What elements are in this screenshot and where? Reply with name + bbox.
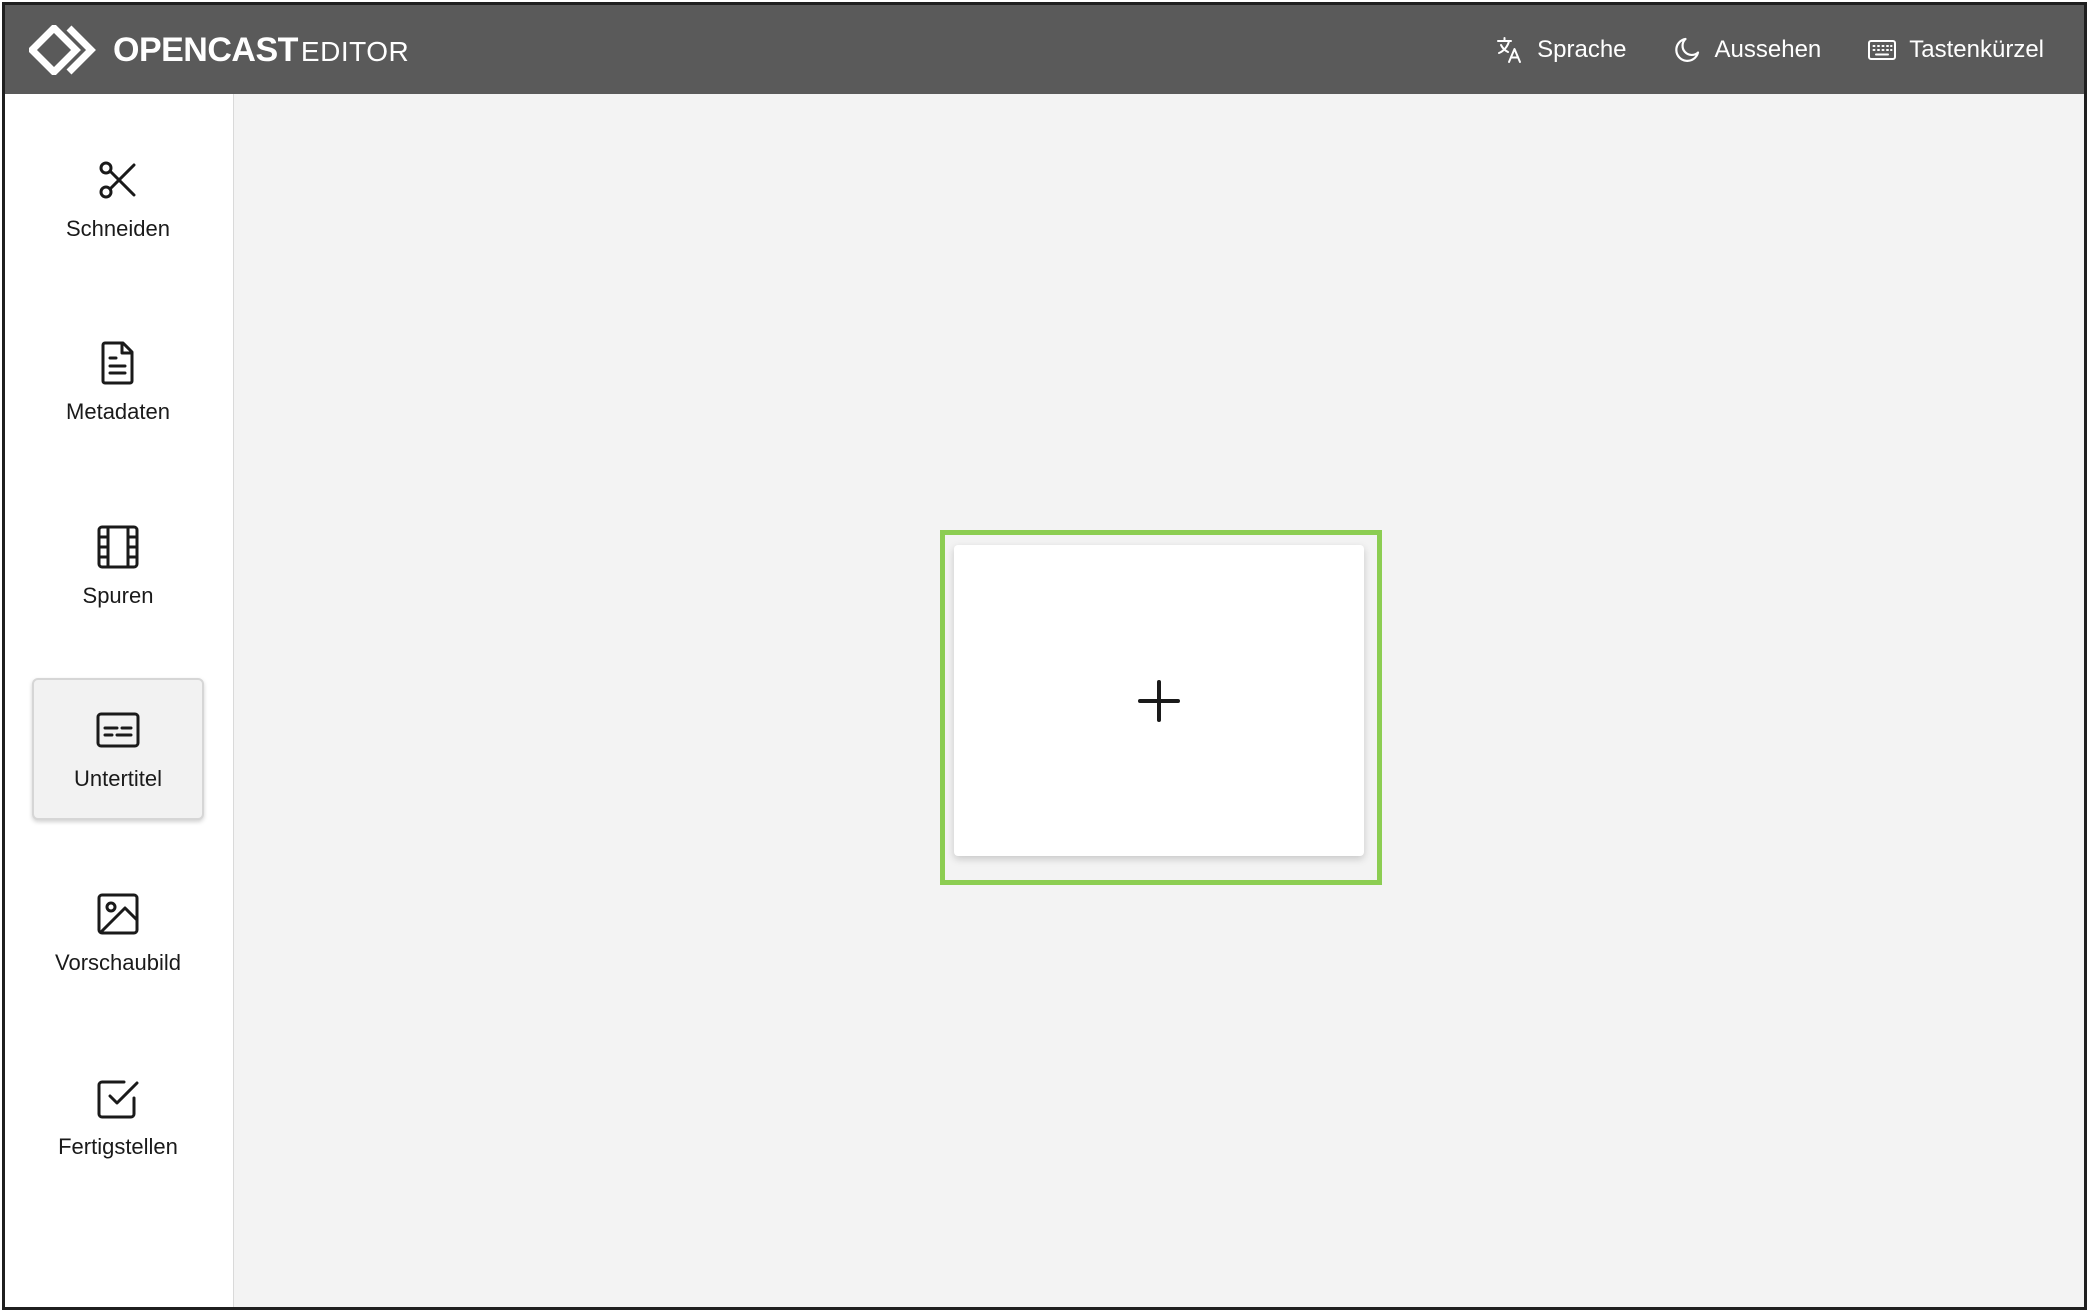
translate-icon: [1497, 36, 1522, 63]
opencast-logo[interactable]: OPENCAST EDITOR: [29, 25, 409, 75]
subtitles-icon: [96, 712, 140, 748]
sidebar-item-metadata[interactable]: Metadaten: [32, 311, 204, 453]
check-square-icon: [97, 1080, 139, 1119]
logo-main-text: OPENCAST: [113, 30, 298, 69]
plus-icon: [1138, 679, 1180, 722]
appearance-button[interactable]: Aussehen: [1673, 35, 1822, 65]
moon-icon: [1674, 37, 1699, 62]
main-content: [234, 94, 2084, 1307]
opencast-logo-icon: [29, 25, 96, 75]
sidebar-item-cutting[interactable]: Schneiden: [32, 128, 204, 270]
header-bar: OPENCAST EDITOR Sprache Aussehen Tastenk…: [5, 5, 2084, 94]
logo-sub-text: EDITOR: [300, 36, 410, 67]
shortcuts-button[interactable]: Tastenkürzel: [1867, 35, 2044, 65]
sidebar-item-thumbnail[interactable]: Vorschaubild: [32, 862, 204, 1004]
add-subtitle-button[interactable]: [954, 545, 1364, 856]
sidebar-item-label: Spuren: [82, 583, 154, 608]
sidebar-item-label: Fertigstellen: [58, 1134, 178, 1159]
language-button[interactable]: Sprache: [1495, 35, 1627, 65]
sidebar-item-label: Metadaten: [66, 399, 170, 424]
language-label: Sprache: [1537, 35, 1627, 63]
appearance-label: Aussehen: [1714, 35, 1822, 63]
shortcuts-label: Tastenkürzel: [1909, 35, 2044, 63]
sidebar: Schneiden Metadaten Spuren Untertitel Vo…: [5, 94, 234, 1307]
film-icon: [97, 525, 139, 569]
sidebar-item-label: Schneiden: [66, 216, 170, 241]
keyboard-icon: [1868, 39, 1897, 60]
image-icon: [97, 893, 139, 935]
sidebar-item-subtitles[interactable]: Untertitel: [32, 678, 204, 820]
sidebar-item-label: Vorschaubild: [55, 950, 181, 975]
sidebar-item-finish[interactable]: Fertigstellen: [32, 1046, 204, 1188]
header-nav: Sprache Aussehen Tastenkürzel: [1495, 5, 2044, 94]
sidebar-item-tracks[interactable]: Spuren: [32, 495, 204, 637]
document-icon: [101, 341, 134, 385]
sidebar-item-label: Untertitel: [73, 766, 163, 791]
app-window: OPENCAST EDITOR Sprache Aussehen Tastenk…: [2, 2, 2087, 1310]
scissors-icon: [99, 161, 136, 199]
